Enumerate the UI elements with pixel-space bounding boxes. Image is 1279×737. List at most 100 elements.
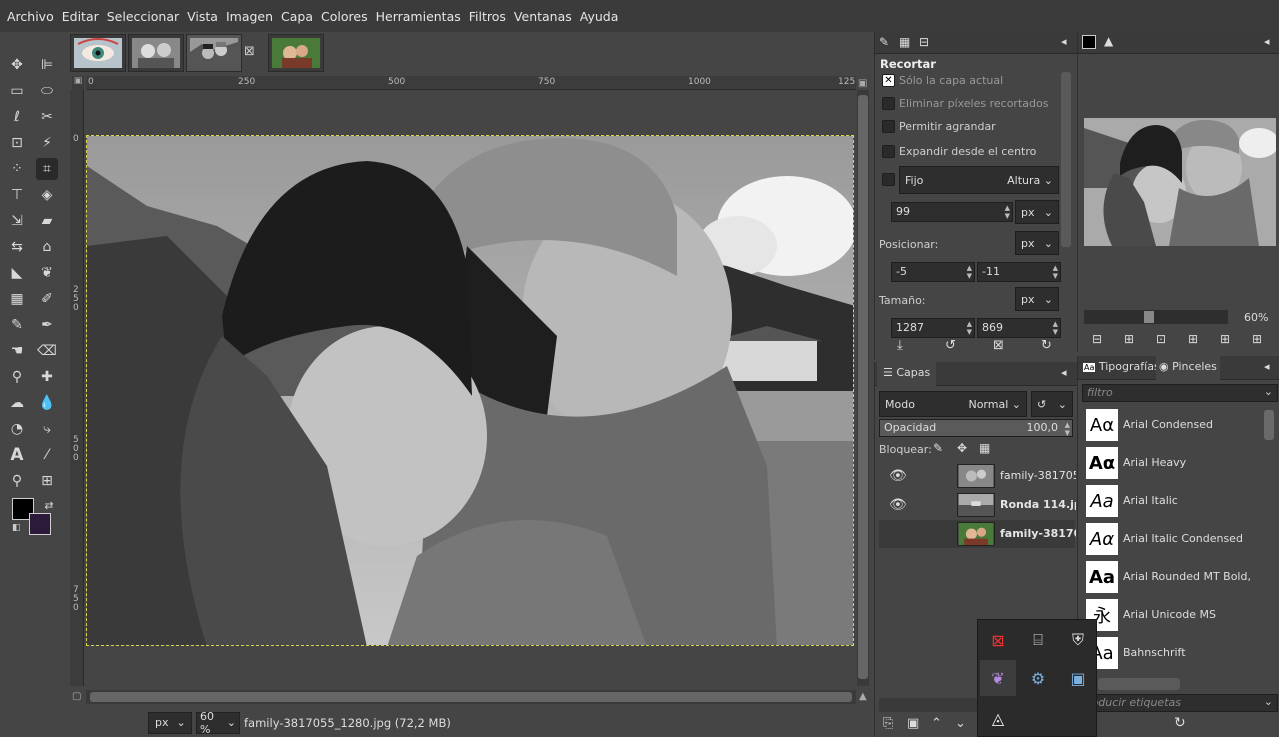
airbrush-icon[interactable]: ✒ bbox=[36, 314, 58, 336]
image-tab-family-color[interactable] bbox=[268, 34, 324, 72]
expand-center-checkbox[interactable] bbox=[882, 145, 895, 158]
quick-mask-icon[interactable]: ▢ bbox=[72, 691, 81, 702]
new-layer-icon[interactable]: ⎘ bbox=[883, 716, 893, 731]
drive-icon[interactable]: ◬ bbox=[980, 700, 1016, 736]
spin-arrows-icon[interactable]: ▲ ▼ bbox=[1053, 320, 1058, 336]
scissors-icon[interactable]: ✂ bbox=[36, 106, 58, 128]
heal-tool-icon[interactable]: ✚ bbox=[36, 366, 58, 388]
spin-arrows-icon[interactable]: ▲ ▼ bbox=[1005, 204, 1010, 220]
layer-row-selected[interactable]: family-38170 bbox=[879, 520, 1076, 548]
usb-icon[interactable]: ⌸ bbox=[1020, 622, 1056, 658]
fonts-scroll-thumb[interactable] bbox=[1264, 410, 1274, 440]
size-height-input[interactable]: 869 ▲ ▼ bbox=[977, 318, 1061, 338]
menu-ayuda[interactable]: Ayuda bbox=[577, 9, 622, 24]
shrink-wrap-icon[interactable]: ⊞ bbox=[1252, 332, 1262, 346]
reset-options-icon[interactable]: ↻ bbox=[1041, 338, 1052, 353]
scale-tool-icon[interactable]: ⇲ bbox=[6, 210, 28, 232]
rect-select-icon[interactable]: ▭ bbox=[6, 80, 28, 102]
restore-options-icon[interactable]: ↺ bbox=[945, 338, 956, 353]
eraser-icon[interactable]: ⌫ bbox=[36, 340, 58, 362]
feather-icon[interactable]: ❦ bbox=[980, 660, 1016, 696]
undo-history-tab-icon[interactable]: ⊟ bbox=[919, 35, 929, 49]
layer-mode-selector[interactable]: Modo Normal ⌄ bbox=[879, 391, 1027, 417]
lock-pixels-icon[interactable]: ✎ bbox=[933, 441, 943, 455]
fonts-horizontal-scroll-thumb[interactable] bbox=[1098, 678, 1180, 690]
unified-transform-icon[interactable]: ⊤ bbox=[6, 184, 28, 206]
new-group-icon[interactable]: ▣ bbox=[907, 716, 919, 731]
clone-tool-icon[interactable]: ⚲ bbox=[6, 366, 28, 388]
image-tab-active[interactable] bbox=[186, 34, 242, 72]
fixed-checkbox[interactable] bbox=[882, 173, 895, 186]
zoom-selector[interactable]: 60 % ⌄ bbox=[196, 710, 240, 736]
background-color-swatch[interactable] bbox=[29, 513, 51, 535]
canvas-image[interactable] bbox=[86, 135, 854, 646]
configure-tab-icon[interactable]: ◂ bbox=[1264, 35, 1270, 48]
spin-arrows-icon[interactable]: ▲ ▼ bbox=[1065, 421, 1070, 437]
ruler-corner[interactable]: ▣ bbox=[72, 76, 84, 90]
menu-ventanas[interactable]: Ventanas bbox=[511, 9, 575, 24]
security-shield-icon[interactable]: ⛨ bbox=[1060, 622, 1096, 658]
default-colors-icon[interactable]: ◧ bbox=[12, 523, 21, 533]
font-item[interactable]: Aa Bahnschrift bbox=[1086, 636, 1264, 670]
refresh-fonts-icon[interactable]: ↻ bbox=[1174, 715, 1186, 731]
fixed-unit-selector[interactable]: px ⌄ bbox=[1015, 200, 1059, 224]
layers-tab[interactable]: ☰ Capas bbox=[877, 362, 937, 386]
menu-capa[interactable]: Capa bbox=[278, 9, 316, 24]
align-tool-icon[interactable]: ⊫ bbox=[36, 54, 58, 76]
zoom-out-icon[interactable]: ⊟ bbox=[1092, 332, 1102, 346]
save-options-icon[interactable]: ⤓ bbox=[897, 338, 903, 353]
menu-archivo[interactable]: Archivo bbox=[4, 9, 57, 24]
colors-tab-icon[interactable] bbox=[1082, 35, 1096, 49]
spin-arrows-icon[interactable]: ▲ ▼ bbox=[967, 320, 972, 336]
layer-row[interactable]: 👁 Ronda 114.jpe bbox=[879, 491, 1076, 519]
fixed-mode-selector[interactable]: Fijo Altura ⌄ bbox=[899, 166, 1059, 194]
raise-layer-icon[interactable]: ⌃ bbox=[931, 716, 942, 731]
configure-tab-icon[interactable]: ◂ bbox=[1061, 35, 1067, 48]
navigation-tab-icon[interactable]: ▲ bbox=[1104, 34, 1113, 48]
menu-editar[interactable]: Editar bbox=[59, 9, 102, 24]
only-current-layer-checkbox[interactable]: ✕ bbox=[882, 74, 895, 87]
allow-grow-checkbox[interactable] bbox=[882, 120, 895, 133]
configure-tab-icon[interactable]: ◂ bbox=[1264, 360, 1270, 373]
delete-cropped-checkbox[interactable] bbox=[882, 97, 895, 110]
color-select-icon[interactable]: ⁘ bbox=[6, 158, 28, 180]
lower-layer-icon[interactable]: ⌄ bbox=[955, 716, 966, 731]
font-item[interactable]: Aα Arial Heavy bbox=[1086, 446, 1264, 480]
font-item[interactable]: Aα Arial Italic Condensed bbox=[1086, 522, 1264, 556]
size-unit-selector[interactable]: px ⌄ bbox=[1015, 287, 1059, 311]
zoom-image-icon[interactable]: ▣ bbox=[858, 78, 867, 89]
lock-position-icon[interactable]: ✥ bbox=[957, 441, 967, 455]
vertical-scroll-thumb[interactable] bbox=[858, 95, 868, 679]
visibility-eye-icon[interactable]: 👁 bbox=[889, 468, 907, 484]
opacity-slider[interactable]: Opacidad 100,0 ▲ ▼ bbox=[879, 419, 1073, 437]
move-tool-icon[interactable]: ✥ bbox=[6, 54, 28, 76]
zoom-fill-icon[interactable]: ⊞ bbox=[1220, 332, 1230, 346]
size-width-input[interactable]: 1287 ▲ ▼ bbox=[891, 318, 975, 338]
bucket-fill-icon[interactable]: ◣ bbox=[6, 262, 28, 284]
visibility-eye-icon[interactable]: 👁 bbox=[889, 497, 907, 513]
navigate-icon[interactable]: ▲ bbox=[859, 691, 867, 702]
zoom-1-1-icon[interactable]: ⊡ bbox=[1156, 332, 1166, 346]
menu-filtros[interactable]: Filtros bbox=[466, 9, 509, 24]
close-tab-icon[interactable]: ⊠ bbox=[244, 44, 255, 59]
configure-tab-icon[interactable]: ◂ bbox=[1061, 366, 1067, 379]
flip-tool-icon[interactable]: ⇆ bbox=[6, 236, 28, 258]
position-y-input[interactable]: -11 ▲ ▼ bbox=[977, 262, 1061, 282]
menu-seleccionar[interactable]: Seleccionar bbox=[104, 9, 182, 24]
fuzzy-select-icon[interactable]: ⚡ bbox=[36, 132, 58, 154]
text-tool-icon[interactable]: A bbox=[6, 444, 28, 466]
font-filter-input[interactable]: filtro ⌄ bbox=[1082, 384, 1278, 402]
menu-imagen[interactable]: Imagen bbox=[223, 9, 276, 24]
font-item[interactable]: Aa Arial Italic bbox=[1086, 484, 1264, 518]
device-status-tab-icon[interactable]: ▦ bbox=[899, 35, 910, 49]
navigator-preview[interactable] bbox=[1084, 118, 1276, 246]
tags-input[interactable]: roducir etiquetas ⌄ bbox=[1082, 694, 1278, 712]
fonts-tab[interactable]: Aa Tipografías bbox=[1080, 356, 1163, 380]
spin-arrows-icon[interactable]: ▲ ▼ bbox=[1053, 264, 1058, 280]
zoom-in-icon[interactable]: ⊞ bbox=[1124, 332, 1134, 346]
smudge-tool-icon[interactable]: ☁ bbox=[6, 392, 28, 414]
unit-selector[interactable]: px ⌄ bbox=[148, 711, 192, 734]
delete-options-icon[interactable]: ⊠ bbox=[993, 338, 1004, 353]
menu-colores[interactable]: Colores bbox=[318, 9, 371, 24]
network-error-icon[interactable]: ⊠ bbox=[980, 622, 1016, 658]
